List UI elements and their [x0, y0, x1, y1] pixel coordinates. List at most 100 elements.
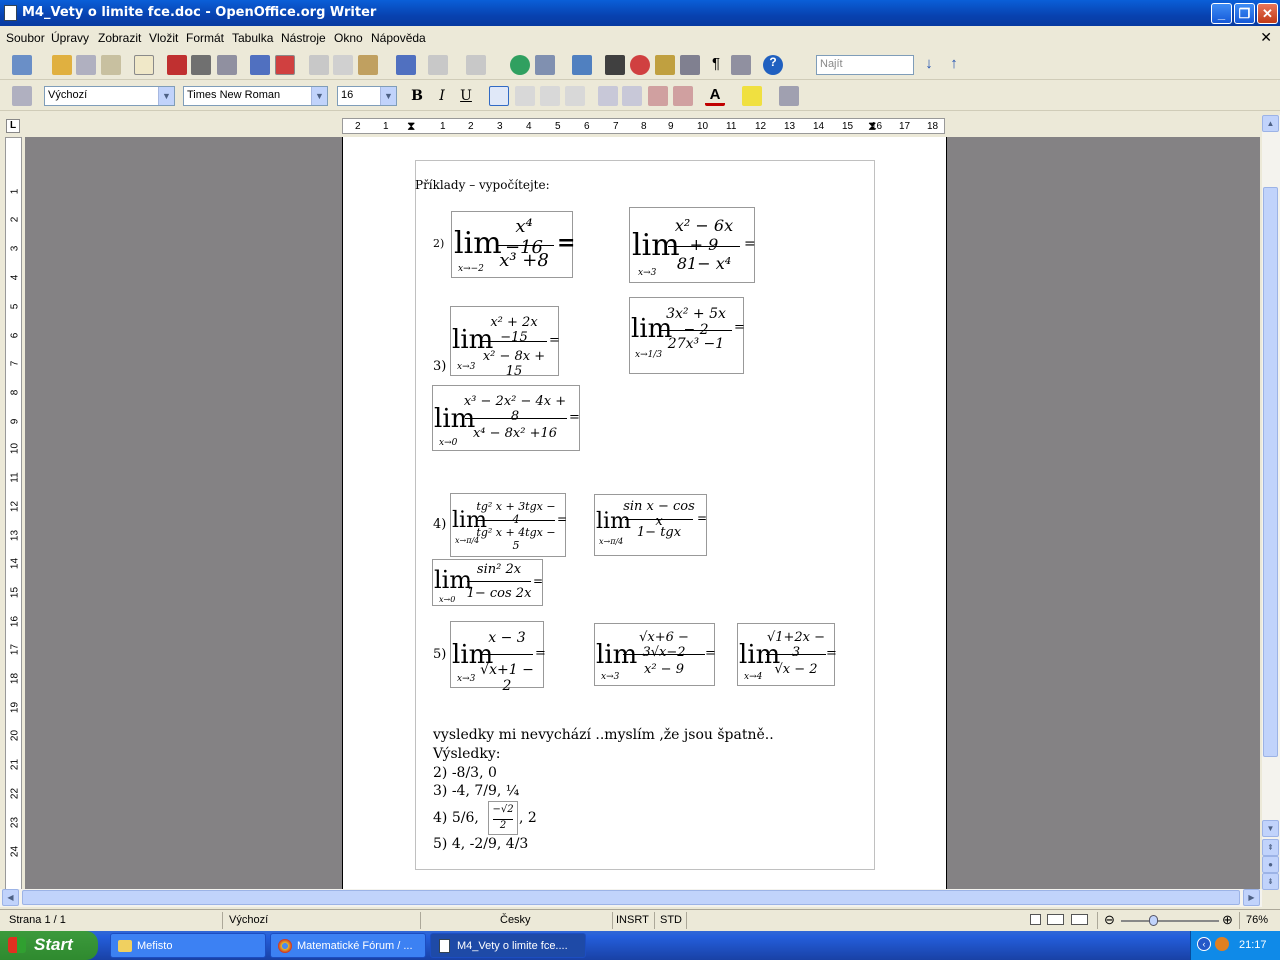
zoom-slider[interactable] — [1121, 920, 1219, 922]
font-color-icon[interactable]: A — [705, 86, 725, 106]
formula-3c[interactable]: lim x→0 x³ − 2x² − 4x + 8 x⁴ − 8x² +16 = — [432, 385, 580, 451]
navigation-icon[interactable]: ● — [1262, 856, 1279, 873]
menu-vlozit[interactable]: Vložit — [149, 31, 178, 45]
indent-marker-icon[interactable]: ⧗ — [407, 119, 415, 134]
zoom-slider-thumb[interactable] — [1149, 915, 1158, 926]
data-sources-icon[interactable] — [680, 55, 700, 75]
formula-3b[interactable]: lim x→1/3 3x² + 5x − 2 27x³ −1 = — [629, 297, 745, 374]
navigator-icon[interactable] — [630, 55, 650, 75]
formula-4a[interactable]: lim x→π/4 tg² x + 3tgx − 4 tg² x + 4tgx … — [450, 493, 567, 557]
print-preview-icon[interactable] — [217, 55, 237, 75]
zoom-icon[interactable] — [731, 55, 751, 75]
align-left-icon[interactable] — [489, 86, 509, 106]
clock[interactable]: 21:17 — [1239, 939, 1267, 951]
tray-app-icon[interactable] — [1215, 937, 1229, 951]
tray-expand-icon[interactable]: ‹ — [1197, 937, 1211, 951]
find-previous-icon[interactable]: ↑ — [944, 55, 964, 75]
spellcheck-icon[interactable] — [250, 55, 270, 75]
new-document-icon[interactable] — [12, 55, 32, 75]
help-icon[interactable]: ? — [763, 55, 783, 75]
next-page-icon[interactable]: ⇟ — [1262, 873, 1279, 890]
start-button[interactable]: Start — [0, 931, 98, 960]
find-input[interactable]: Najít — [816, 55, 914, 75]
nonprinting-characters-icon[interactable]: ¶ — [706, 55, 726, 75]
zoom-in-icon[interactable]: ⊕ — [1222, 912, 1233, 928]
save-icon[interactable] — [76, 55, 96, 75]
menu-soubor[interactable]: Soubor — [6, 31, 45, 45]
task-mefisto[interactable]: Mefisto — [110, 933, 266, 958]
formula-2b[interactable]: lim x→3 x² − 6x + 9 81− x⁴ = — [629, 207, 756, 283]
find-replace-icon[interactable] — [605, 55, 625, 75]
scroll-thumb[interactable] — [22, 890, 1240, 905]
align-right-icon[interactable] — [540, 86, 560, 106]
horizontal-ruler[interactable]: 2 1 1 2 3 4 5 6 7 8 9 10 11 12 13 14 15 … — [342, 118, 945, 134]
minimize-button[interactable]: _ — [1211, 3, 1232, 24]
gallery-icon[interactable] — [655, 55, 675, 75]
formula-4c[interactable]: lim x→0 sin² 2x 1− cos 2x = — [432, 559, 543, 606]
right-indent-marker-icon[interactable]: ⧗ — [868, 119, 876, 134]
selection-mode[interactable]: STD — [660, 914, 682, 926]
numbering-icon[interactable] — [598, 86, 618, 106]
scroll-down-icon[interactable]: ▼ — [1262, 820, 1279, 837]
decrease-indent-icon[interactable] — [648, 86, 668, 106]
bullets-icon[interactable] — [622, 86, 642, 106]
formula-5a[interactable]: lim x→3 x − 3 √x+1 − 2 = — [450, 621, 546, 694]
scroll-up-icon[interactable]: ▲ — [1262, 115, 1279, 132]
highlight-icon[interactable] — [742, 86, 762, 106]
menu-zobrazit[interactable]: Zobrazit — [98, 31, 141, 45]
format-paintbrush-icon[interactable] — [396, 55, 416, 75]
task-browser[interactable]: Matematické Fórum / ... — [270, 933, 426, 958]
cut-icon[interactable] — [309, 55, 329, 75]
find-next-icon[interactable]: ↓ — [919, 55, 939, 75]
menu-format[interactable]: Formát — [186, 31, 224, 45]
align-center-icon[interactable] — [515, 86, 535, 106]
multi-page-view-icon[interactable] — [1047, 914, 1064, 925]
open-folder-icon[interactable] — [52, 55, 72, 75]
styles-formatting-icon[interactable] — [12, 86, 32, 106]
redo-icon[interactable] — [466, 55, 486, 75]
vertical-scrollbar[interactable]: ▲ ▼ ⇞ ● ⇟ — [1262, 115, 1280, 890]
close-document-icon[interactable]: ✕ — [1260, 29, 1272, 46]
scroll-left-icon[interactable]: ◀ — [2, 889, 19, 906]
zoom-out-icon[interactable]: ⊖ — [1104, 912, 1115, 928]
language[interactable]: Česky — [500, 914, 531, 926]
menu-nastroje[interactable]: Nástroje — [281, 31, 326, 45]
close-button[interactable]: ✕ — [1257, 3, 1278, 24]
formula-3a[interactable]: lim x→3 x² + 2x −15 x² − 8x + 15 = — [450, 306, 560, 379]
formula-4b[interactable]: lim x→π/4 sin x − cos x 1− tgx = — [594, 494, 707, 556]
increase-indent-icon[interactable] — [673, 86, 693, 106]
export-pdf-icon[interactable] — [167, 55, 187, 75]
copy-icon[interactable] — [333, 55, 353, 75]
background-color-icon[interactable] — [779, 86, 799, 106]
document-area[interactable]: Příklady – vypočítejte: 2) lim x→−2 x⁴ −… — [25, 137, 1260, 890]
zoom-level[interactable]: 76% — [1246, 914, 1268, 926]
paste-icon[interactable] — [358, 55, 378, 75]
autospellcheck-icon[interactable] — [275, 55, 295, 75]
formula-2a[interactable]: lim x→−2 x⁴ −16 x³ +8 = — [451, 211, 575, 278]
vertical-ruler[interactable]: 1 2 3 4 5 6 7 8 9 10 11 12 13 14 15 16 1… — [5, 137, 22, 890]
underline-button[interactable]: U — [456, 86, 476, 106]
document-page[interactable]: Příklady – vypočítejte: 2) lim x→−2 x⁴ −… — [342, 137, 947, 890]
paragraph-style-select[interactable]: Výchozí ▼ — [44, 86, 175, 106]
formula-5b[interactable]: lim x→3 √x+6 − 3√x−2 x² − 9 = — [594, 623, 716, 686]
hyperlink-icon[interactable] — [510, 55, 530, 75]
edit-mode-icon[interactable] — [134, 55, 154, 75]
italic-button[interactable]: I — [432, 86, 452, 106]
scroll-thumb[interactable] — [1263, 187, 1278, 757]
result-4-fraction[interactable]: −√2 2 — [488, 801, 518, 835]
justify-icon[interactable] — [565, 86, 585, 106]
single-page-view-icon[interactable] — [1030, 914, 1041, 925]
insert-mode[interactable]: INSRT — [616, 914, 649, 926]
print-icon[interactable] — [191, 55, 211, 75]
bold-button[interactable]: B — [407, 86, 427, 106]
task-writer[interactable]: M4_Vety o limite fce.... — [430, 933, 586, 958]
font-name-select[interactable]: Times New Roman ▼ — [183, 86, 328, 106]
email-icon[interactable] — [101, 55, 121, 75]
menu-napoveda[interactable]: Nápověda — [371, 31, 426, 45]
horizontal-scrollbar[interactable]: ◀ ▶ — [0, 889, 1262, 907]
menu-tabulka[interactable]: Tabulka — [232, 31, 273, 45]
page-style[interactable]: Výchozí — [229, 914, 268, 926]
undo-icon[interactable] — [428, 55, 448, 75]
previous-page-icon[interactable]: ⇞ — [1262, 839, 1279, 856]
restore-button[interactable]: ❐ — [1234, 3, 1255, 24]
